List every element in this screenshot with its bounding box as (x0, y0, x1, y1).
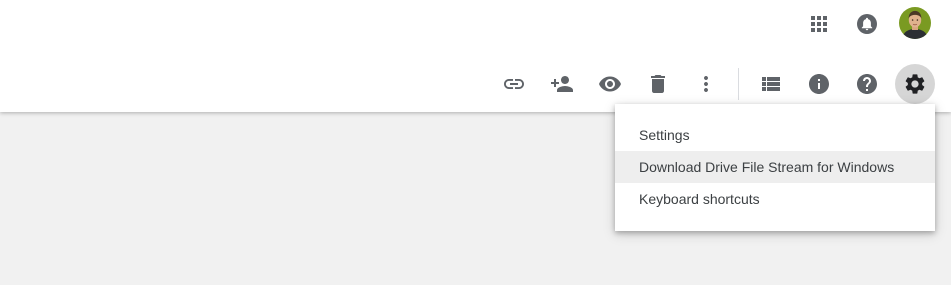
list-view-icon (762, 77, 780, 91)
help-icon (857, 74, 877, 94)
details-button[interactable] (799, 64, 839, 104)
bell-icon (857, 14, 877, 34)
person-add-icon (551, 76, 573, 92)
menu-item-keyboard-shortcuts[interactable]: Keyboard shortcuts (615, 183, 935, 215)
settings-button[interactable] (895, 64, 935, 104)
trash-icon (651, 75, 665, 93)
info-icon (809, 74, 829, 94)
list-view-button[interactable] (751, 64, 791, 104)
top-bar (0, 0, 951, 112)
support-button[interactable] (847, 64, 887, 104)
share-button[interactable] (542, 64, 582, 104)
eye-icon (599, 76, 621, 92)
gear-icon (905, 74, 925, 94)
menu-item-settings[interactable]: Settings (615, 119, 935, 151)
more-vert-icon (704, 76, 708, 92)
preview-button[interactable] (590, 64, 630, 104)
settings-menu: Settings Download Drive File Stream for … (615, 104, 935, 231)
apps-grid-icon (811, 16, 827, 32)
toolbar-divider (738, 68, 739, 100)
google-apps-button[interactable] (799, 4, 839, 44)
link-icon (504, 79, 524, 89)
account-avatar[interactable] (899, 7, 931, 39)
get-link-button[interactable] (494, 64, 534, 104)
menu-item-download-drive-file-stream[interactable]: Download Drive File Stream for Windows (615, 151, 935, 183)
notifications-button[interactable] (847, 4, 887, 44)
user-photo-icon (899, 7, 931, 39)
more-actions-button[interactable] (686, 64, 726, 104)
remove-button[interactable] (638, 64, 678, 104)
